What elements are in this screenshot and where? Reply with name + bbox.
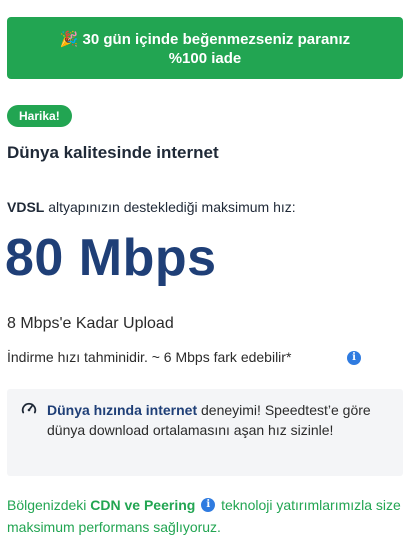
guarantee-text: 30 gün içinde beğenmezseniz paranız %100… <box>82 31 351 67</box>
infrastructure-line: VDSL altyapınızın desteklediği maksimum … <box>7 199 296 215</box>
great-badge: Harika! <box>7 105 72 127</box>
party-popper-icon: 🎉 <box>59 31 79 48</box>
cdn-info-icon[interactable]: i <box>201 498 216 513</box>
speedometer-icon <box>21 402 37 414</box>
guarantee-banner: 🎉 30 gün içinde beğenmezseniz paranız %10… <box>7 17 403 79</box>
max-speed: 80 Mbps <box>5 229 217 287</box>
region-prefix: Bölgenizdeki <box>7 497 91 513</box>
estimate-text: İndirme hızı tahminidir. ~ 6 Mbps fark e… <box>7 349 292 365</box>
infrastructure-text: altyapınızın desteklediği maksimum hız: <box>44 199 296 215</box>
region-technology-note: Bölgenizdeki CDN ve Peering i teknoloji … <box>7 494 405 538</box>
cdn-peering-highlight: CDN ve Peering <box>90 497 196 513</box>
plan-title: Dünya kalitesinde internet <box>7 143 219 162</box>
page: 🎉 30 gün içinde beğenmezseniz paranız %10… <box>0 0 410 557</box>
infrastructure-type: VDSL <box>7 199 45 215</box>
estimate-note: İndirme hızı tahminidir. ~ 6 Mbps fark e… <box>7 349 361 365</box>
world-speed-highlight: Dünya hızında internet <box>47 402 198 418</box>
info-icon[interactable]: i <box>347 351 361 365</box>
upload-speed: 8 Mbps'e Kadar Upload <box>7 315 174 332</box>
world-speed-box: Dünya hızında internet deneyimi! Speedte… <box>7 389 403 476</box>
